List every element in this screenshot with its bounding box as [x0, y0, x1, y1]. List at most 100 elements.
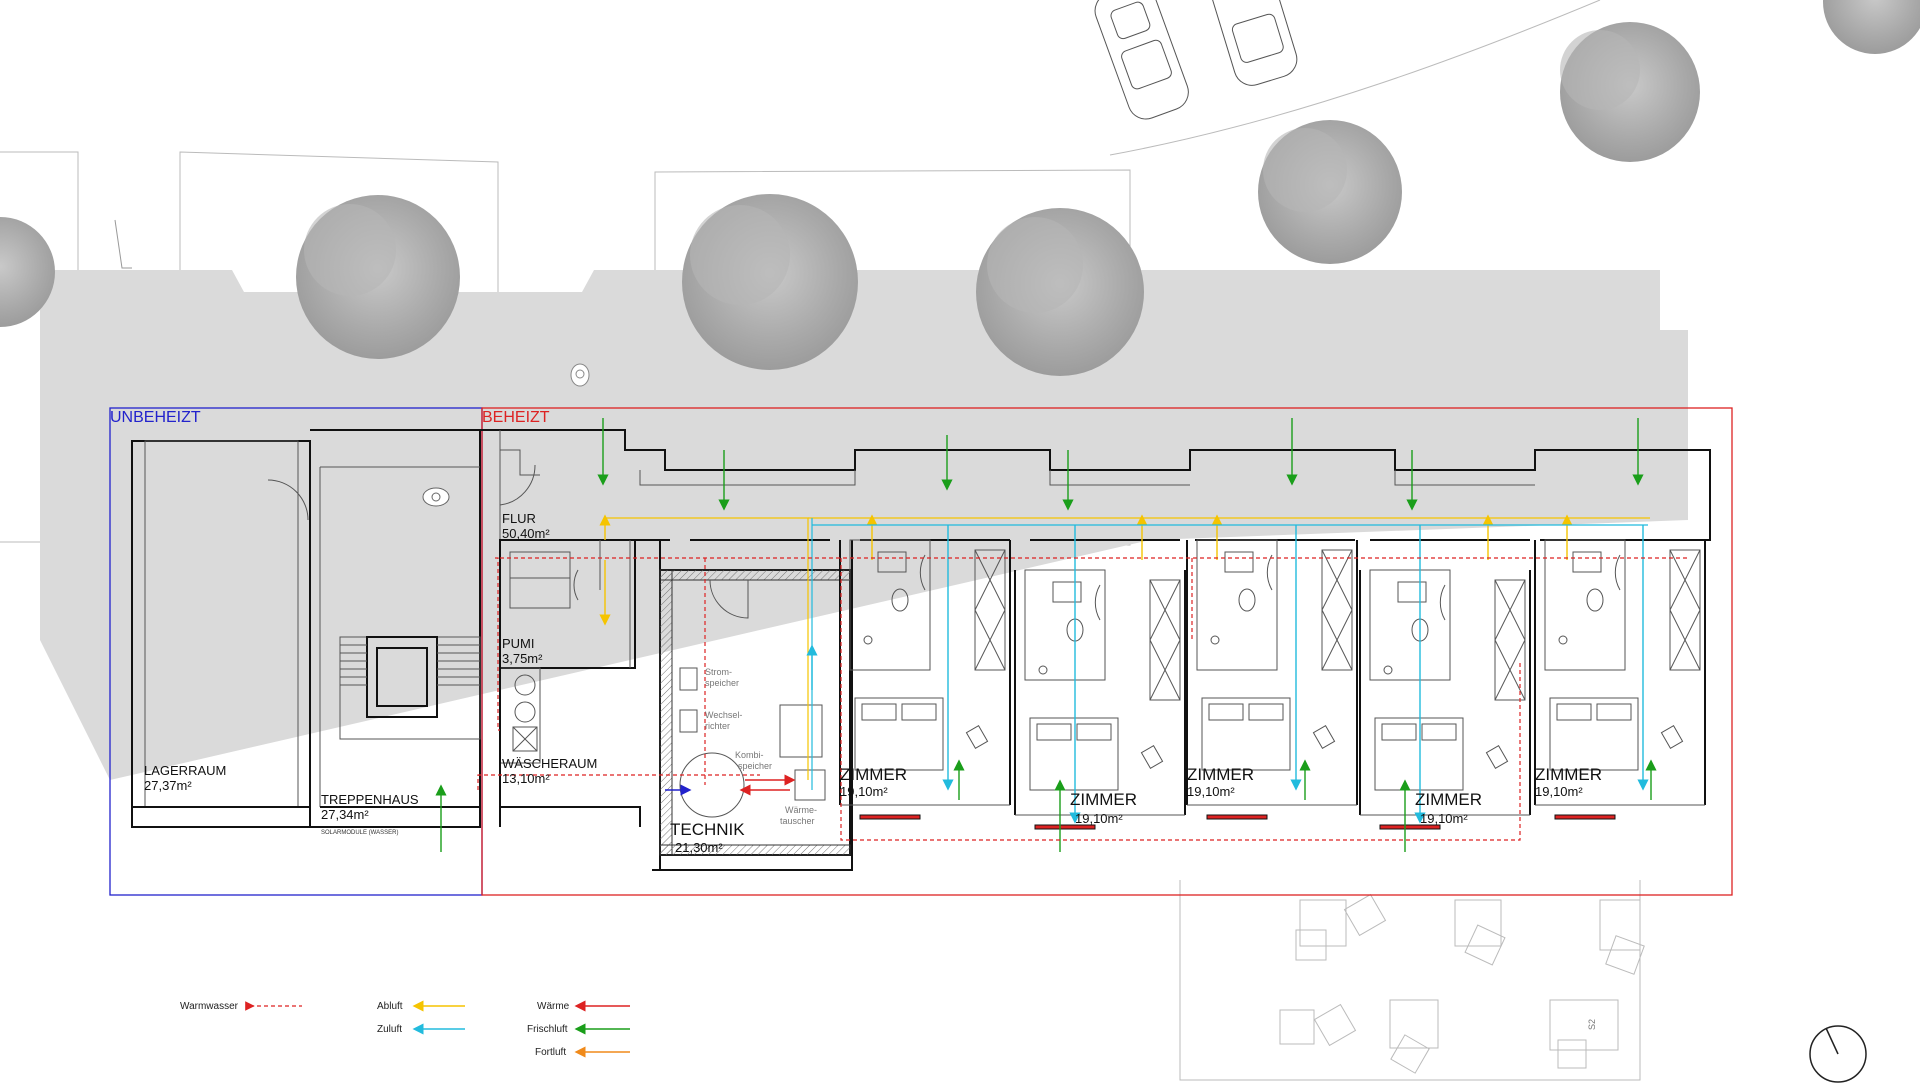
parking-label: S2: [1587, 1019, 1597, 1030]
pillow: [1248, 703, 1284, 721]
equipment-wechselrichter: [679, 709, 698, 733]
kombispeicher-label-2: speicher: [738, 761, 772, 771]
waermetauscher-label-2: tauscher: [780, 816, 815, 826]
door-swing: [1094, 584, 1101, 621]
zimmer-name-1: ZIMMER: [840, 765, 907, 784]
zimmer-area-5: 19,10m²: [1535, 784, 1583, 799]
person-figure: [422, 487, 450, 507]
shower-drain-icon: [863, 635, 873, 645]
washer-icon: [514, 701, 536, 723]
zimmer-name-5: ZIMMER: [1535, 765, 1602, 784]
zimmer-name-3: ZIMMER: [1187, 765, 1254, 784]
shower-drain-icon: [1558, 635, 1568, 645]
wall-line: [659, 569, 673, 856]
wechselrichter-label-1: Wechsel-: [705, 710, 742, 720]
zimmer-name-4: ZIMMER: [1415, 790, 1482, 809]
solar-module: [1554, 814, 1616, 820]
pillow: [1556, 703, 1592, 721]
legend: Warmwasser Abluft Zuluft Wärme Frischluf…: [180, 1000, 630, 1058]
tree: [1258, 120, 1402, 264]
shower-drain-icon: [1383, 665, 1393, 675]
pillow: [1421, 723, 1457, 741]
flur-name: FLUR: [502, 511, 536, 526]
pillow: [901, 703, 937, 721]
bathroom: [1544, 539, 1626, 671]
wardrobe: [1669, 549, 1701, 671]
pillow: [861, 703, 897, 721]
equipment-kombispeicher: [679, 752, 745, 818]
tree: [1823, 0, 1920, 54]
zimmer-name-2: ZIMMER: [1070, 790, 1137, 809]
waescheraum-area: 13,10m²: [502, 771, 550, 786]
legend-item-warmwasser: Warmwasser: [180, 1001, 302, 1012]
person-figure: [570, 363, 590, 387]
chair: [1140, 745, 1164, 769]
floor-plan: S2 UNBEHEIZT BEHEIZT LAGERRAUM 27,37m² T…: [0, 0, 1920, 1083]
zone-heated-label: BEHEIZT: [482, 409, 550, 426]
zimmer-area-3: 19,10m²: [1187, 784, 1235, 799]
legend-fortluft-label: Fortluft: [535, 1047, 566, 1058]
pillow: [1596, 703, 1632, 721]
legend-abluft-label: Abluft: [377, 1001, 403, 1012]
pillow: [1381, 723, 1417, 741]
parked-car: [1094, 0, 1189, 120]
legend-item-abluft: Abluft: [377, 1000, 465, 1012]
waermetauscher-label-1: Wärme-: [785, 805, 817, 815]
toilet-icon: [1238, 588, 1256, 612]
shower-drain-icon: [1038, 665, 1048, 675]
pillow: [1208, 703, 1244, 721]
legend-zuluft-label: Zuluft: [377, 1024, 402, 1035]
terrace: [1179, 880, 1645, 1081]
chair: [1485, 745, 1509, 769]
zimmer-area-4: 19,10m²: [1420, 811, 1468, 826]
tree: [976, 208, 1144, 376]
wall-line: [659, 569, 851, 581]
technik-name: TECHNIK: [670, 820, 745, 839]
flur-area: 50,40m²: [502, 526, 550, 541]
shower-drain-icon: [1210, 635, 1220, 645]
bed: [854, 697, 944, 771]
pillow: [1076, 723, 1112, 741]
bed: [1374, 717, 1464, 791]
sink-icon: [1397, 581, 1427, 603]
legend-waerme-label: Wärme: [537, 1001, 570, 1012]
treppenhaus-name: TREPPENHAUS: [321, 792, 419, 807]
legend-item-fortluft: Fortluft: [535, 1046, 630, 1058]
wechselrichter-label-2: richter: [705, 721, 730, 731]
bed: [1549, 697, 1639, 771]
lagerraum-name: LAGERRAUM: [144, 763, 226, 778]
wardrobe: [1149, 579, 1181, 701]
zone-unheated-label: UNBEHEIZT: [110, 409, 201, 426]
treppenhaus-area: 27,34m²: [321, 807, 369, 822]
parked-car: [1208, 0, 1298, 86]
bed: [1201, 697, 1291, 771]
technik-area: 21,30m²: [675, 840, 723, 855]
tree: [682, 194, 858, 370]
bathroom: [1196, 539, 1278, 671]
stromspeicher-label-2: speicher: [705, 678, 739, 688]
door-swing: [1439, 584, 1446, 621]
legend-item-frischluft: Frischluft: [527, 1023, 630, 1035]
tree: [1560, 22, 1700, 162]
solar-module: [1206, 814, 1268, 820]
pumi-name: PUMI: [502, 636, 535, 651]
chair: [965, 725, 989, 749]
wardrobe: [1321, 549, 1353, 671]
zimmer-area-1: 19,10m²: [840, 784, 888, 799]
toilet-icon: [1586, 588, 1604, 612]
sink-icon: [1052, 581, 1082, 603]
solar-module: [859, 814, 921, 820]
sink-icon: [1224, 551, 1254, 573]
equipment-waermetauscher: [794, 769, 826, 801]
door-swing: [1614, 554, 1621, 591]
pillow: [1036, 723, 1072, 741]
chair: [1312, 725, 1336, 749]
stromspeicher-label-1: Strom-: [705, 667, 732, 677]
sink-icon: [1572, 551, 1602, 573]
treppenhaus-note: SOLARMODULE (WASSER): [321, 830, 398, 836]
zimmer-area-2: 19,10m²: [1075, 811, 1123, 826]
legend-frischluft-label: Frischluft: [527, 1024, 568, 1035]
bed: [1029, 717, 1119, 791]
equipment-stromspeicher: [679, 667, 698, 691]
wardrobe: [1494, 579, 1526, 701]
